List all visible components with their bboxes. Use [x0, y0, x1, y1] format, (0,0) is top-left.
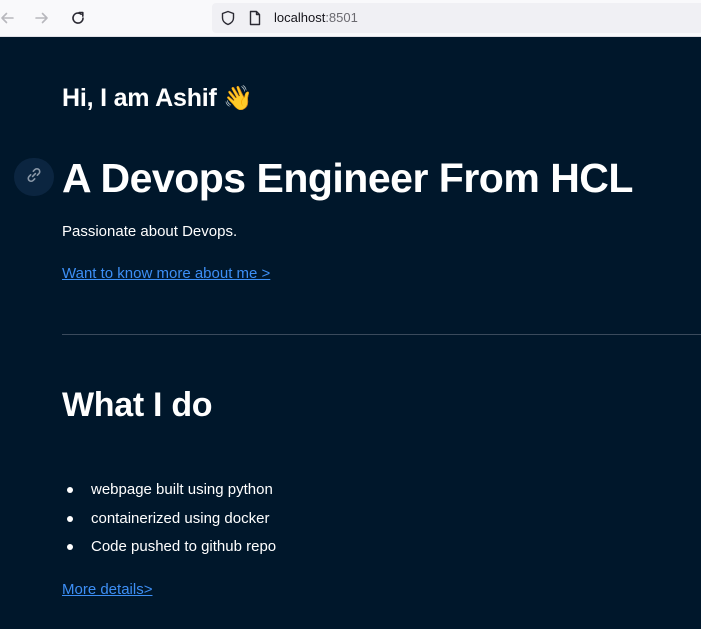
more-details-link[interactable]: More details> — [62, 580, 152, 600]
shield-icon[interactable] — [220, 10, 236, 31]
address-bar[interactable]: localhost:8501 — [212, 3, 701, 33]
list-item: containerized using docker — [62, 509, 276, 538]
greeting-heading: Hi, I am Ashif 👋 — [62, 81, 253, 116]
forward-arrow-icon[interactable] — [31, 7, 53, 29]
bullet-icon — [67, 544, 73, 550]
what-i-do-list: webpage built using python containerized… — [62, 480, 276, 566]
bullet-icon — [67, 515, 73, 522]
reload-icon[interactable] — [67, 7, 89, 29]
page-title: A Devops Engineer From HCL — [62, 155, 633, 201]
waving-hand-icon: 👋 — [223, 85, 254, 112]
greeting-text: Hi, I am Ashif — [62, 84, 217, 112]
list-item: Code pushed to github repo — [62, 537, 276, 566]
about-me-link[interactable]: Want to know more about me > — [62, 264, 270, 284]
what-i-do-heading: What I do — [62, 386, 213, 424]
list-item: webpage built using python — [62, 480, 276, 509]
app-main: Hi, I am Ashif 👋 A Devops Engineer From … — [0, 37, 701, 629]
url-port: :8501 — [325, 10, 358, 25]
list-item-text: Code pushed to github repo — [91, 538, 277, 555]
back-arrow-icon[interactable] — [0, 7, 18, 29]
list-item-text: containerized using docker — [91, 509, 270, 527]
bullet-icon — [67, 487, 73, 493]
browser-toolbar: localhost:8501 — [0, 0, 701, 37]
heading-anchor-button[interactable] — [14, 158, 54, 196]
tagline-text: Passionate about Devops. — [62, 223, 238, 240]
section-divider — [62, 334, 701, 335]
url-text[interactable]: localhost:8501 — [274, 10, 358, 26]
list-item-text: webpage built using python — [91, 481, 273, 498]
link-icon — [25, 166, 43, 189]
page-icon[interactable] — [247, 10, 263, 31]
url-host: localhost — [274, 10, 326, 25]
